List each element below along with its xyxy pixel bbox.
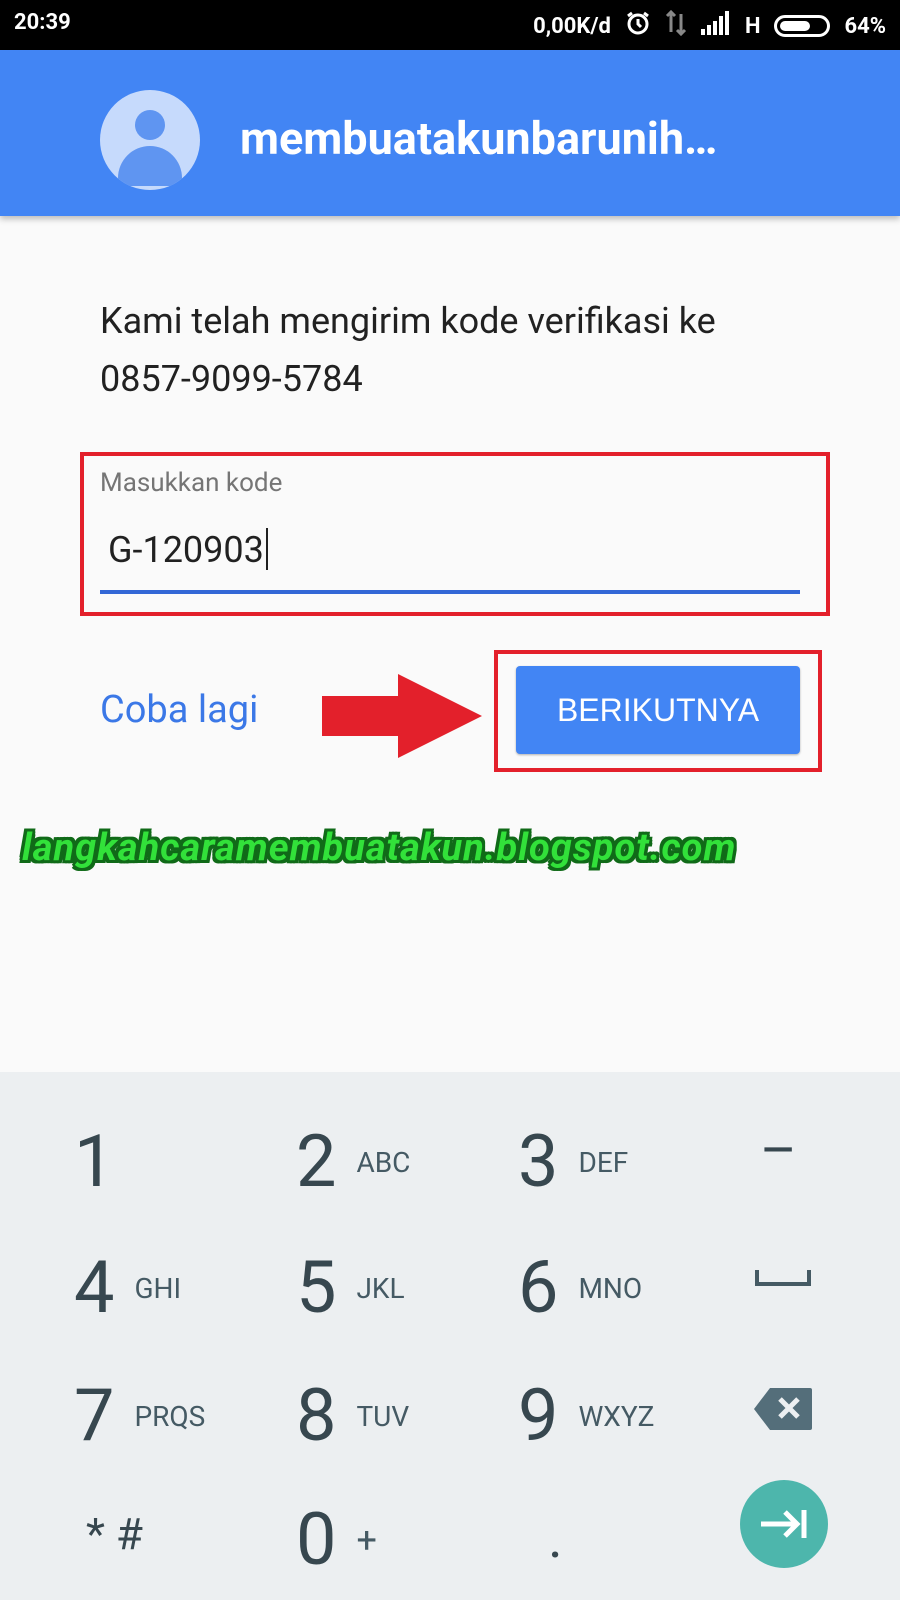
account-avatar-icon[interactable]	[100, 90, 200, 190]
key-star-hash[interactable]: * #	[86, 1512, 143, 1556]
key-dash[interactable]: –	[760, 1122, 797, 1178]
key-1[interactable]: 1	[74, 1126, 114, 1198]
phone-number: 0857-9099-5784	[100, 358, 363, 400]
key-2[interactable]: 2 ABC	[296, 1126, 410, 1198]
code-field-label: Masukkan kode	[100, 468, 283, 498]
code-input-underline	[100, 590, 800, 594]
key-5[interactable]: 5 JKL	[296, 1252, 405, 1324]
red-arrow-icon	[322, 674, 482, 758]
key-4[interactable]: 4 GHI	[74, 1252, 181, 1324]
retry-link[interactable]: Coba lagi	[100, 688, 258, 732]
app-bar-title: membuatakunbarunih…	[240, 112, 718, 165]
verification-message: Kami telah mengirim kode verifikasi ke 0…	[100, 292, 820, 408]
next-field-button[interactable]	[740, 1480, 828, 1568]
signal-icon	[700, 11, 731, 41]
space-icon	[755, 1270, 811, 1286]
key-9[interactable]: 9 WXYZ	[518, 1380, 654, 1452]
key-space[interactable]	[754, 1266, 812, 1288]
code-input[interactable]: G-120903	[108, 528, 268, 571]
status-bar: 20:39 0,00K/d H 64%	[0, 0, 900, 50]
status-time: 20:39	[14, 10, 71, 35]
verification-message-line1: Kami telah mengirim kode verifikasi ke	[100, 300, 716, 342]
code-input-value: G-120903	[108, 529, 264, 571]
data-arrows-icon	[665, 9, 687, 42]
key-backspace[interactable]	[752, 1386, 814, 1432]
battery-percent: 64%	[844, 13, 886, 39]
app-bar: membuatakunbarunih…	[0, 50, 900, 216]
key-7[interactable]: 7 PRQS	[74, 1380, 205, 1452]
key-6[interactable]: 6 MNO	[518, 1252, 642, 1324]
watermark-text: langkahcaramembuatakun.blogspot.com	[22, 826, 737, 870]
key-3[interactable]: 3 DEF	[518, 1126, 628, 1198]
key-0[interactable]: 0 +	[296, 1504, 377, 1576]
key-dot[interactable]: .	[548, 1510, 563, 1566]
backspace-icon	[754, 1388, 812, 1430]
next-field-icon	[761, 1510, 807, 1538]
next-button[interactable]: BERIKUTNYA	[516, 666, 800, 754]
network-type: H	[744, 13, 761, 39]
text-cursor	[265, 528, 268, 570]
network-speed: 0,00K/d	[533, 13, 611, 39]
alarm-icon	[625, 10, 651, 42]
battery-icon	[774, 15, 831, 37]
key-8[interactable]: 8 TUV	[296, 1380, 409, 1452]
